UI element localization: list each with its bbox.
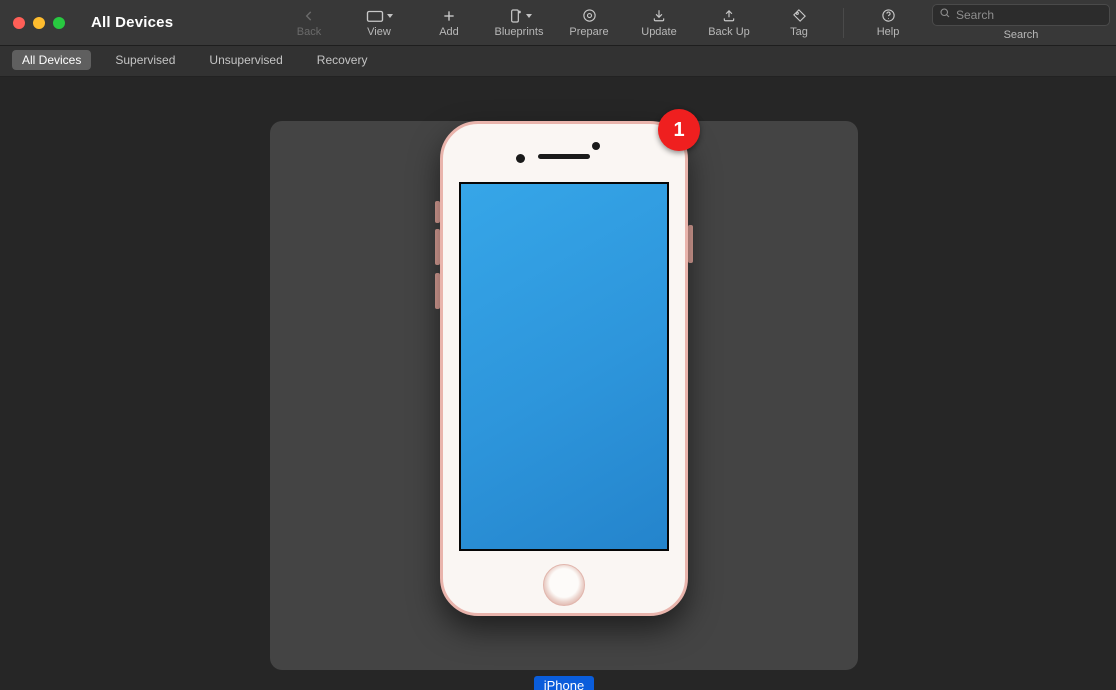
tag-button[interactable]: Tag	[773, 0, 825, 45]
blueprints-button[interactable]: Blueprints	[493, 0, 545, 45]
phone-screen-icon	[459, 182, 669, 551]
add-label: Add	[439, 26, 459, 38]
backup-button[interactable]: Back Up	[703, 0, 755, 45]
blueprints-label: Blueprints	[495, 26, 544, 38]
upload-icon	[722, 8, 736, 24]
back-label: Back	[297, 26, 321, 38]
zoom-window-button[interactable]	[53, 17, 65, 29]
tab-unsupervised[interactable]: Unsupervised	[199, 50, 292, 70]
prepare-button[interactable]: Prepare	[563, 0, 615, 45]
view-label: View	[367, 26, 391, 38]
phone-home-button-icon	[543, 564, 585, 606]
device-plus-icon	[507, 8, 532, 24]
tab-recovery[interactable]: Recovery	[307, 50, 378, 70]
tab-supervised[interactable]: Supervised	[105, 50, 185, 70]
phone-power-button-icon	[688, 225, 693, 263]
help-label: Help	[877, 26, 900, 38]
phone-speaker-icon	[538, 154, 590, 159]
close-window-button[interactable]	[13, 17, 25, 29]
download-icon	[652, 8, 666, 24]
update-label: Update	[641, 26, 676, 38]
add-button[interactable]: Add	[423, 0, 475, 45]
device-slot: 1 iPhone	[270, 103, 858, 690]
search-input[interactable]	[956, 8, 1111, 22]
device-illustration: 1	[440, 121, 688, 616]
gear-circle-icon	[582, 8, 597, 24]
back-button[interactable]: Back	[283, 0, 335, 45]
search-label: Search	[932, 29, 1110, 41]
phone-camera-icon	[592, 142, 600, 150]
tag-icon	[792, 8, 807, 24]
question-circle-icon	[881, 8, 896, 24]
toolbar: Back View Add Blueprints Prepare	[283, 0, 1116, 45]
notification-badge: 1	[658, 109, 700, 151]
phone-sensor-icon	[516, 154, 525, 163]
search-group: Search	[932, 0, 1110, 45]
tag-label: Tag	[790, 26, 808, 38]
device-name-label[interactable]: iPhone	[534, 676, 594, 690]
titlebar: All Devices Back View Add Blueprints	[0, 0, 1116, 46]
tab-all-devices[interactable]: All Devices	[12, 50, 91, 70]
search-field-wrap[interactable]	[932, 4, 1110, 26]
window-title: All Devices	[73, 0, 173, 45]
content-area: 1 iPhone	[0, 77, 1116, 690]
toolbar-divider	[843, 8, 844, 38]
minimize-window-button[interactable]	[33, 17, 45, 29]
help-button[interactable]: Help	[862, 0, 914, 45]
prepare-label: Prepare	[569, 26, 608, 38]
folder-icon	[366, 8, 393, 24]
phone-body-icon	[440, 121, 688, 616]
window-controls	[0, 0, 73, 45]
plus-icon	[442, 8, 456, 24]
view-button[interactable]: View	[353, 0, 405, 45]
device-card[interactable]: 1	[270, 121, 858, 670]
chevron-left-icon	[302, 8, 316, 24]
filter-tabbar: All Devices Supervised Unsupervised Reco…	[0, 46, 1116, 77]
update-button[interactable]: Update	[633, 0, 685, 45]
backup-label: Back Up	[708, 26, 750, 38]
search-icon	[939, 6, 951, 24]
